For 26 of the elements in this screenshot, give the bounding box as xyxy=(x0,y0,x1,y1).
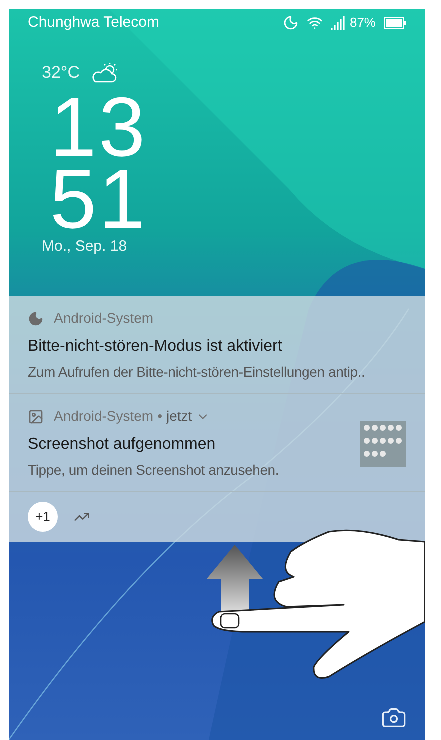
wifi-icon xyxy=(306,15,323,31)
battery-icon xyxy=(384,17,406,29)
image-icon xyxy=(28,408,44,424)
moon-icon xyxy=(282,15,299,31)
app-name: Android-System xyxy=(54,309,154,328)
moon-icon xyxy=(28,310,44,326)
signal-icon xyxy=(330,16,347,30)
carrier-name: Chunghwa Telecom xyxy=(28,12,160,33)
notification-card[interactable]: Android-System • jetzt Screenshot aufgenommen Tippe, um deinen Screenshot anzusehen. xyxy=(9,394,425,492)
notification-text: Zum Aufrufen der Bitte-nicht-stören-Einstellungen antip.. xyxy=(28,363,366,382)
battery-percent: 87% xyxy=(350,14,376,32)
clock-minute: 51 xyxy=(50,164,148,234)
notification-text: Tippe, um deinen Screenshot anzusehen. xyxy=(28,461,280,480)
separator-dot: • xyxy=(158,407,162,426)
notification-time: jetzt xyxy=(166,407,192,426)
partly-cloudy-icon xyxy=(90,62,120,84)
clock-date: Mo., Sep. 18 xyxy=(42,236,128,256)
clock-hour: 13 xyxy=(50,92,148,162)
more-notifications-badge[interactable]: +1 xyxy=(28,502,58,532)
notification-title: Bitte-nicht-stören-Modus ist aktiviert xyxy=(28,337,284,357)
swipe-up-arrow-icon xyxy=(207,545,263,613)
notification-card[interactable]: Android-System Bitte-nicht-stören-Modus ist aktiviert Zum Aufrufen der Bitte-nicht-stören-Einstellungen antip.. xyxy=(9,296,425,394)
app-name: Android-System xyxy=(54,407,154,426)
notification-title: Screenshot aufgenommen xyxy=(28,435,217,455)
temperature: 32°C xyxy=(42,62,80,84)
screenshot-thumbnail xyxy=(360,420,406,466)
